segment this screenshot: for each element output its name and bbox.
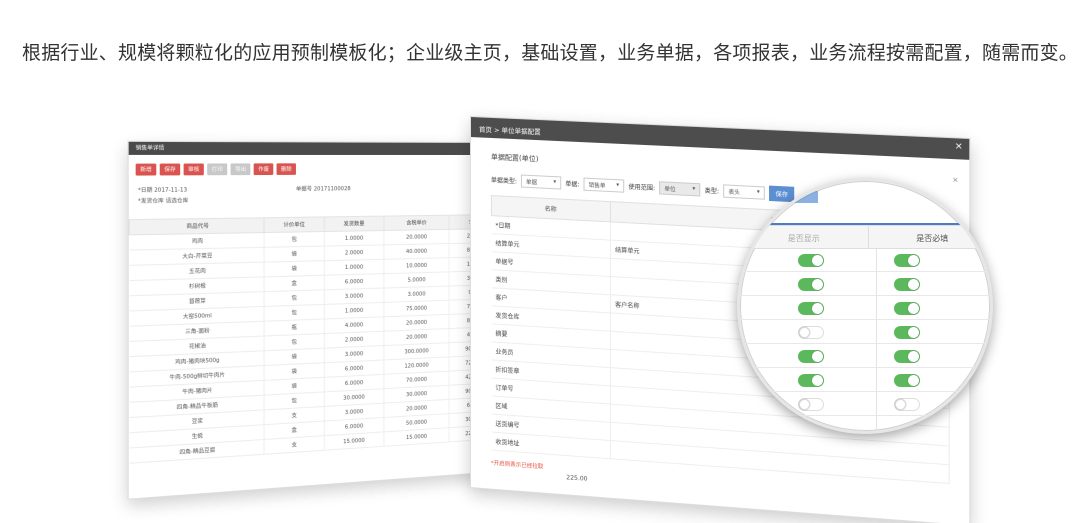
scope-select[interactable]: 单位 ▾	[659, 181, 700, 196]
doc-type-label: 单据类型:	[491, 175, 517, 185]
toggle-knob	[799, 327, 810, 338]
breadcrumb-text: 首页 > 单位单据配置	[479, 125, 541, 136]
toggle-knob	[812, 279, 823, 290]
required-column-header: 是否必填	[868, 226, 994, 248]
table-cell: 15.0000	[324, 432, 384, 450]
toggle-row	[740, 297, 993, 320]
required-toggle[interactable]	[894, 326, 920, 339]
show-toggle[interactable]	[798, 350, 824, 363]
chevron-down-icon: ▾	[692, 186, 695, 193]
delete-button[interactable]: 删除	[277, 163, 296, 175]
show-toggle[interactable]	[798, 326, 824, 339]
table-cell: 20.0000	[384, 229, 449, 245]
order-items-table: 商品代号 计价单位 发货数量 含税单价 金额 鸡肉包1.000020.00002…	[129, 214, 499, 464]
print-button[interactable]: 打印	[207, 163, 227, 175]
toggle-knob	[895, 399, 906, 410]
toggle-row	[740, 273, 993, 296]
chevron-down-icon: ▾	[616, 182, 619, 189]
scope-label: 使用范围:	[628, 182, 655, 192]
toggle-row	[740, 321, 993, 344]
required-toggle[interactable]	[894, 374, 920, 387]
toggle-row	[740, 393, 993, 416]
window-title: 销售单详情	[129, 142, 499, 155]
doc-label: 单据:	[565, 179, 579, 189]
required-toggle[interactable]	[894, 350, 920, 363]
toggle-knob	[908, 375, 919, 386]
add-button[interactable]: 新增	[136, 164, 157, 176]
required-toggle[interactable]	[894, 302, 920, 315]
table-cell: 1.0000	[324, 259, 384, 275]
show-column-header: 是否显示	[740, 226, 868, 248]
toggle-knob	[908, 255, 919, 266]
magnifier-lens: 是否显示 是否必填	[737, 178, 993, 434]
toggle-column-headers: 是否显示 是否必填	[740, 225, 993, 249]
toggle-knob	[908, 279, 919, 290]
doc-number-field: 单据号 20171100028	[296, 185, 351, 193]
page-title-text: 单据配置(单位)	[491, 153, 539, 163]
void-button[interactable]: 作废	[254, 163, 274, 175]
show-toggle[interactable]	[798, 254, 824, 267]
toggle-knob	[812, 375, 823, 386]
headline: 根据行业、规模将颗粒化的应用预制模板化；企业级主页，基础设置，业务单据，各项报表…	[22, 38, 1072, 65]
toggle-knob	[908, 351, 919, 362]
doc-value: 销售单	[589, 181, 606, 189]
toggle-knob	[908, 303, 919, 314]
approve-button[interactable]: 审核	[184, 164, 204, 176]
date-field[interactable]: *日期 2017-11-13	[138, 186, 187, 194]
save-button[interactable]: 保存	[160, 164, 180, 176]
category-label: 类型:	[705, 185, 720, 195]
close-icon[interactable]: ×	[955, 141, 963, 152]
show-toggle[interactable]	[798, 278, 824, 291]
table-cell: 袋	[264, 261, 324, 277]
table-cell: 1.0000	[324, 230, 384, 246]
show-toggle[interactable]	[798, 398, 824, 411]
doc-type-select[interactable]: 单据 ▾	[521, 174, 561, 189]
column-header: 计价单位	[264, 217, 324, 233]
save-button-fragment	[788, 191, 818, 203]
column-header: 发货数量	[324, 216, 384, 231]
toggle-knob	[799, 399, 810, 410]
required-toggle[interactable]	[894, 278, 920, 291]
show-toggle[interactable]	[798, 374, 824, 387]
toggle-row	[740, 249, 993, 272]
toggle-knob	[812, 303, 823, 314]
table-cell: 15.0000	[384, 428, 449, 447]
chevron-down-icon: ▾	[553, 179, 556, 186]
table-cell: 包	[264, 232, 324, 248]
order-form: *日期 2017-11-13 *发货仓库 请选仓库 单据号 2017110002…	[129, 178, 499, 219]
show-toggle[interactable]	[798, 302, 824, 315]
sales-order-window: 销售单详情 新增 保存 审核 打印 导出 作废 删除 *日期 2017-11-1…	[128, 141, 500, 500]
toolbar: 新增 保存 审核 打印 导出 作废 删除	[129, 155, 499, 180]
toggle-knob	[812, 255, 823, 266]
toggle-row	[740, 345, 993, 368]
category-value: 表头	[728, 188, 739, 196]
table-cell: 支	[264, 436, 324, 455]
export-button[interactable]: 导出	[231, 163, 251, 175]
toggle-knob	[812, 351, 823, 362]
column-header: 含税单价	[384, 215, 449, 230]
required-toggle[interactable]	[894, 398, 920, 411]
table-cell: 40.0000	[384, 244, 449, 260]
doc-type-value: 单据	[526, 178, 537, 186]
doc-select[interactable]: 销售单 ▾	[584, 178, 625, 193]
required-toggle[interactable]	[894, 254, 920, 267]
toggle-row	[740, 369, 993, 392]
table-cell: 袋	[264, 246, 324, 262]
scope-value: 单位	[664, 185, 675, 193]
table-cell: 2.0000	[324, 245, 384, 261]
warehouse-field[interactable]: *发货仓库 请选仓库	[138, 197, 188, 205]
toggle-knob	[908, 327, 919, 338]
